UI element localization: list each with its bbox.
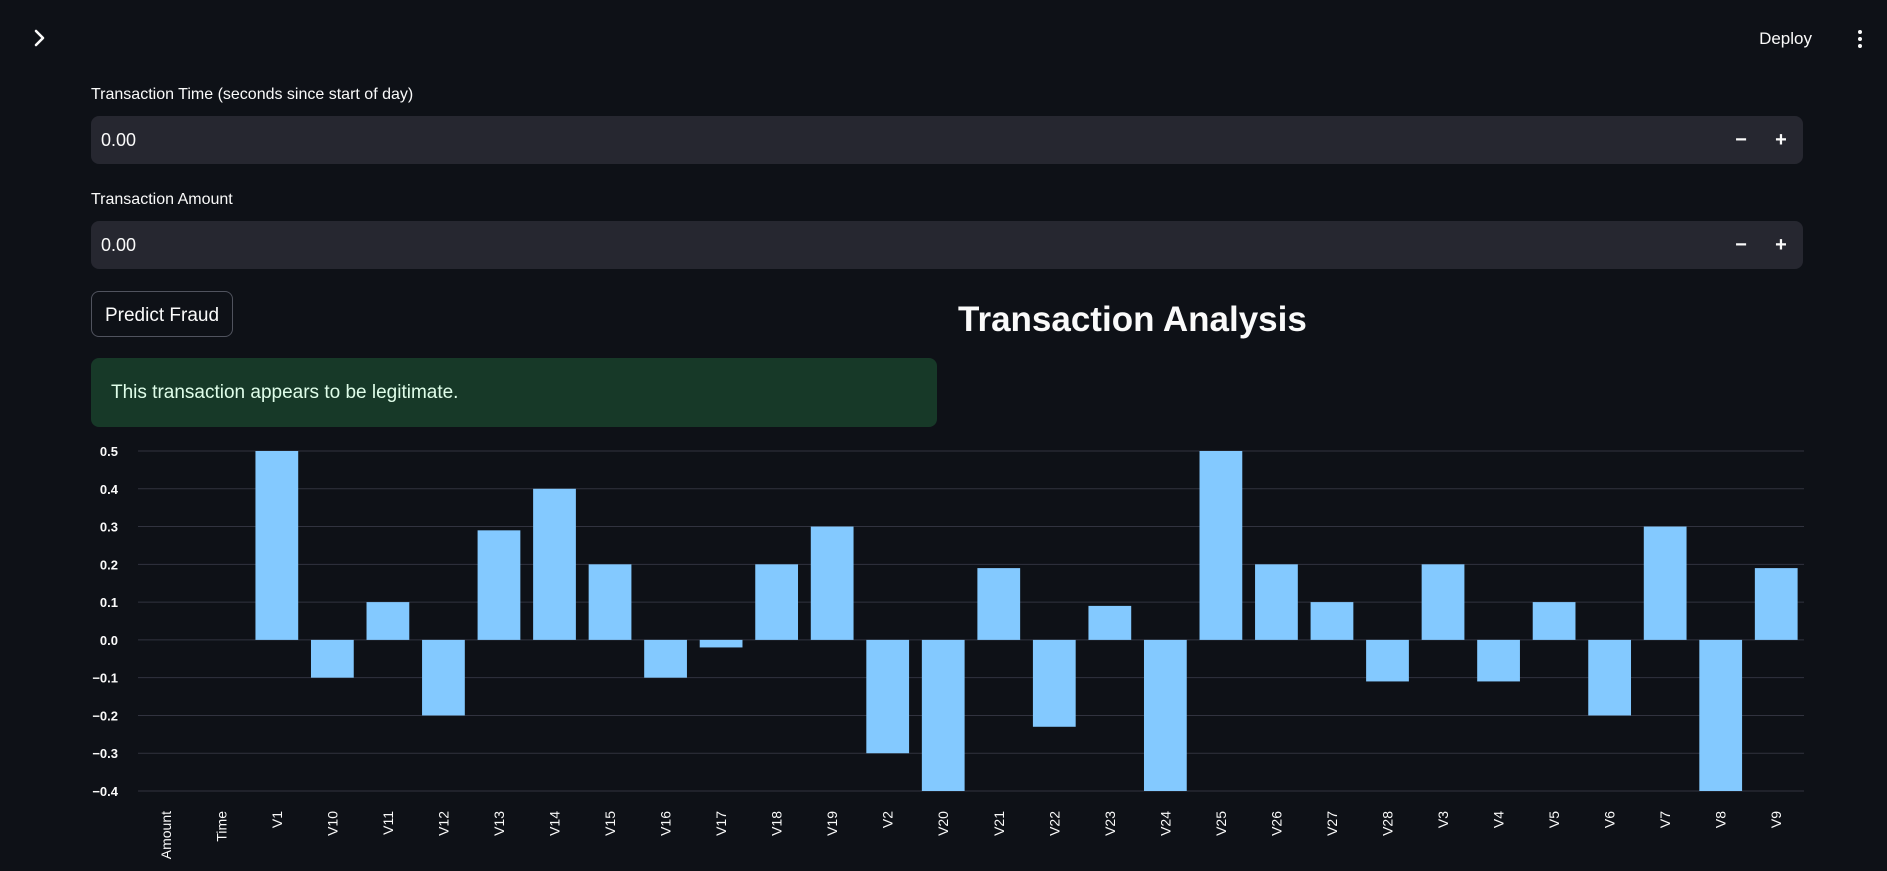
bar — [1643, 526, 1687, 640]
section-title: Transaction Analysis — [958, 300, 1307, 339]
chevron-right-icon — [34, 29, 45, 47]
amount-decrement-button[interactable]: − — [1721, 221, 1761, 269]
x-tick-label: V14 — [547, 811, 563, 836]
bar — [588, 564, 632, 640]
x-tick-label: V19 — [824, 811, 840, 836]
x-tick-label: V9 — [1768, 811, 1784, 828]
predict-fraud-button[interactable]: Predict Fraud — [91, 291, 233, 337]
x-tick-label: V3 — [1435, 811, 1451, 828]
x-tick-label: V26 — [1268, 811, 1284, 836]
kebab-menu-icon[interactable] — [1855, 30, 1865, 52]
bar — [1199, 451, 1243, 640]
success-alert: This transaction appears to be legitimat… — [91, 358, 937, 427]
sidebar-toggle-button[interactable] — [30, 28, 50, 48]
x-tick-label: V16 — [658, 811, 674, 836]
bar — [810, 526, 854, 640]
bar — [1143, 639, 1187, 791]
time-increment-button[interactable]: + — [1761, 116, 1801, 164]
time-input-label: Transaction Time (seconds since start of… — [91, 86, 414, 103]
bar — [644, 639, 687, 678]
y-tick-label: −0.1 — [92, 671, 118, 686]
x-tick-label: V2 — [880, 811, 896, 828]
bar — [1477, 639, 1520, 682]
bar — [1310, 602, 1354, 640]
x-tick-label: V23 — [1102, 811, 1118, 836]
bar — [1588, 639, 1632, 716]
bar — [866, 639, 910, 754]
x-tick-label: V1 — [269, 811, 285, 828]
x-tick-label: V21 — [991, 811, 1007, 836]
bar — [1088, 605, 1132, 640]
x-tick-label: Amount — [158, 811, 174, 859]
y-tick-label: 0.5 — [100, 444, 118, 459]
time-number-input: 0.00 − + — [91, 116, 1803, 164]
x-tick-label: V8 — [1713, 811, 1729, 828]
y-tick-label: −0.4 — [92, 784, 118, 799]
bar — [477, 530, 521, 640]
bar — [255, 451, 299, 640]
x-tick-label: V17 — [713, 811, 729, 836]
x-tick-label: V15 — [602, 811, 618, 836]
bar — [366, 602, 410, 640]
bar — [422, 639, 465, 716]
x-tick-label: V25 — [1213, 811, 1229, 836]
x-tick-label: V20 — [935, 811, 951, 836]
bar — [1699, 639, 1743, 791]
x-tick-label: V27 — [1324, 811, 1340, 836]
bar — [921, 639, 965, 791]
feature-bar-chart: 0.5 0.4 0.3 0.2 0.1 0.0 −0.1 −0.2 −0.3 −0.4 Amount… — [92, 444, 1804, 859]
x-tick-label: V11 — [380, 811, 396, 835]
bar — [1421, 564, 1465, 640]
x-tick-label: Time — [213, 811, 229, 842]
deploy-button[interactable]: Deploy — [1759, 29, 1812, 49]
x-tick-label: V7 — [1657, 811, 1673, 828]
bar — [310, 639, 354, 678]
bar — [533, 488, 576, 640]
x-tick-label: V10 — [324, 811, 340, 836]
bar — [1255, 564, 1298, 640]
y-tick-label: 0.0 — [100, 633, 118, 648]
bar — [1366, 639, 1409, 682]
amount-input-value[interactable]: 0.00 — [101, 221, 136, 269]
x-tick-label: V13 — [491, 811, 507, 836]
y-tick-label: −0.3 — [92, 746, 118, 761]
x-tick-label: V24 — [1157, 811, 1173, 836]
x-tick-label: V18 — [769, 811, 785, 836]
y-tick-label: −0.2 — [92, 708, 118, 723]
bar — [755, 564, 799, 640]
bar — [1032, 639, 1076, 727]
x-tick-label: V22 — [1046, 811, 1062, 836]
bar — [699, 639, 743, 648]
bar — [977, 568, 1021, 640]
amount-input-label: Transaction Amount — [91, 191, 233, 208]
time-decrement-button[interactable]: − — [1721, 116, 1761, 164]
amount-increment-button[interactable]: + — [1761, 221, 1801, 269]
y-tick-label: 0.4 — [100, 482, 119, 497]
bar — [1532, 602, 1576, 640]
x-tick-label: V6 — [1602, 811, 1618, 828]
time-input-value[interactable]: 0.00 — [101, 116, 136, 164]
x-tick-label: V5 — [1546, 811, 1562, 828]
y-tick-label: 0.3 — [100, 520, 118, 535]
y-tick-label: 0.2 — [100, 557, 118, 572]
bar — [1754, 568, 1798, 640]
x-tick-label: V12 — [435, 811, 451, 836]
x-tick-label: V28 — [1380, 811, 1396, 836]
amount-number-input: 0.00 − + — [91, 221, 1803, 269]
x-tick-label: V4 — [1491, 811, 1507, 828]
y-tick-label: 0.1 — [100, 595, 118, 610]
